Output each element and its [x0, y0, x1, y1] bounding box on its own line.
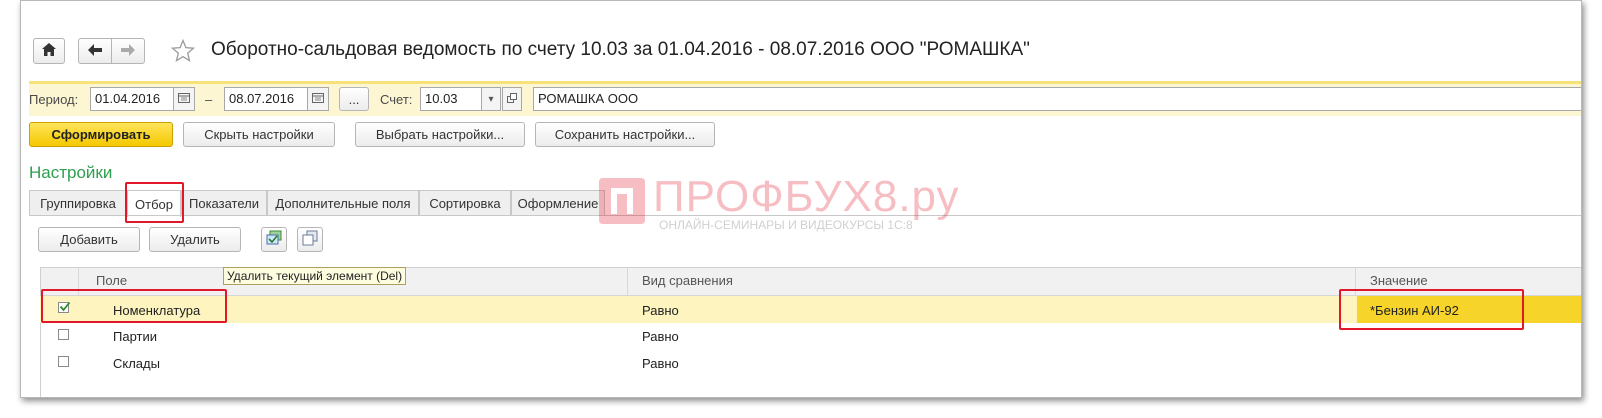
table-row[interactable]: [40, 350, 1548, 377]
watermark-logo-icon: [597, 176, 647, 229]
delete-button[interactable]: Удалить: [149, 227, 241, 252]
copy-button[interactable]: [297, 227, 323, 252]
date-from-field[interactable]: 01.04.2016: [90, 87, 174, 111]
group-icon: [266, 230, 282, 249]
row-field: Партии: [113, 329, 157, 344]
row-checkbox[interactable]: [58, 356, 69, 367]
date-to-calendar-button[interactable]: [307, 87, 329, 111]
star-icon[interactable]: [170, 38, 196, 66]
page-title: Оборотно-сальдовая ведомость по счету 10…: [211, 39, 1030, 60]
arrow-left-icon: [88, 43, 102, 59]
row-comparison[interactable]: Равно: [642, 356, 679, 371]
home-button[interactable]: [33, 38, 65, 64]
account-open-button[interactable]: [502, 87, 522, 111]
tab-sorting[interactable]: Сортировка: [419, 190, 511, 215]
row-comparison[interactable]: Равно: [642, 329, 679, 344]
column-header-value[interactable]: Значение: [1370, 273, 1428, 288]
column-header-comparison[interactable]: Вид сравнения: [642, 273, 733, 288]
watermark-brand: ПРОФБУХ8.ру: [653, 172, 960, 221]
generate-button[interactable]: Сформировать: [29, 122, 173, 147]
tab-indicators[interactable]: Показатели: [181, 190, 267, 215]
account-dropdown-button[interactable]: ▾: [481, 87, 501, 111]
period-label: Период:: [29, 92, 79, 107]
period-select-button[interactable]: ...: [339, 87, 369, 111]
choose-settings-button[interactable]: Выбрать настройки...: [355, 122, 525, 147]
row-value: *Бензин АИ-92: [1370, 303, 1459, 318]
row-comparison[interactable]: Равно: [642, 303, 679, 318]
header-divider: [1355, 267, 1356, 295]
chevron-down-icon: ▾: [488, 93, 494, 105]
calendar-icon: [312, 92, 324, 106]
table-row[interactable]: [40, 323, 1548, 350]
add-button[interactable]: Добавить: [38, 227, 140, 252]
tooltip: Удалить текущий элемент (Del): [223, 267, 407, 285]
settings-title: Настройки: [29, 163, 113, 182]
save-settings-button[interactable]: Сохранить настройки...: [535, 122, 715, 147]
back-button[interactable]: [78, 38, 112, 64]
open-icon: [507, 92, 517, 106]
tab-filter[interactable]: Отбор: [127, 190, 181, 217]
table-row[interactable]: [40, 296, 1581, 323]
row-checkbox[interactable]: [58, 301, 71, 316]
arrow-right-icon: [121, 43, 135, 59]
row-field: Склады: [113, 356, 160, 371]
forward-button[interactable]: [111, 38, 145, 64]
column-header-field[interactable]: Поле: [96, 273, 127, 288]
copy-icon: [302, 230, 318, 249]
header-divider: [627, 267, 628, 295]
date-from-calendar-button[interactable]: [173, 87, 195, 111]
account-label: Счет:: [380, 92, 413, 107]
tab-additional-fields[interactable]: Дополнительные поля: [267, 190, 419, 215]
header-divider: [78, 267, 79, 295]
period-dash: –: [205, 92, 213, 107]
organization-field[interactable]: РОМАШКА ООО: [533, 87, 1581, 111]
checkmark-icon: [59, 301, 71, 316]
tab-design[interactable]: Оформление: [511, 190, 605, 215]
report-window: Оборотно-сальдовая ведомость по счету 10…: [20, 0, 1582, 398]
row-field: Номенклатура: [113, 303, 201, 318]
calendar-icon: [178, 92, 190, 106]
account-field[interactable]: 10.03: [420, 87, 482, 111]
row-checkbox[interactable]: [58, 329, 69, 340]
group-button[interactable]: [261, 227, 287, 252]
watermark-subtitle: ОНЛАЙН-СЕМИНАРЫ И ВИДЕОКУРСЫ 1С:8: [659, 218, 913, 232]
date-to-field[interactable]: 08.07.2016: [224, 87, 308, 111]
home-icon: [42, 43, 56, 59]
hide-settings-button[interactable]: Скрыть настройки: [183, 122, 335, 147]
tab-grouping[interactable]: Группировка: [29, 190, 127, 215]
